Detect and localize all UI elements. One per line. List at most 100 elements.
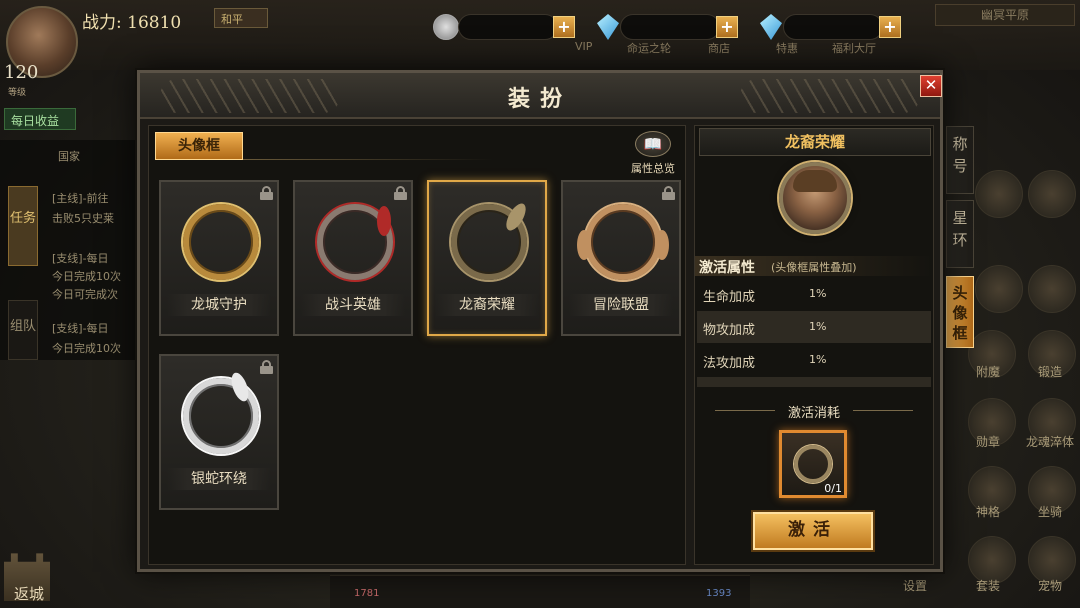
quest-line[interactable]: 今日完成10次 (52, 268, 121, 284)
menu-settings-label[interactable]: 设置 (885, 577, 945, 594)
frame-card-battle-hero[interactable]: 战斗英雄 (293, 180, 413, 336)
cost-title: 激活消耗 (787, 406, 840, 421)
frame-detail-pane: 龙裔荣耀 激活属性 (头像框属性叠加) 生命加成 1% 物攻加成 1% 法攻加成… (694, 125, 934, 565)
menu-medal-label[interactable]: 勋章 (958, 433, 1018, 450)
avatar-preview (779, 162, 851, 234)
menu-skill-icon[interactable] (975, 170, 1023, 218)
attribute-section-header: 激活属性 (头像框属性叠加) (695, 256, 933, 276)
tab-team[interactable]: 组队 (8, 300, 38, 360)
frame-card-adventure-league[interactable]: 冒险联盟 (561, 180, 681, 336)
stat-name: 物攻加成 (703, 323, 756, 338)
book-icon[interactable]: 📖 (635, 131, 671, 157)
lock-icon (394, 186, 407, 200)
game-screen: 120 等级 战力: 16810 和平 每日收益 + + + VIP 命运之轮 … (0, 0, 1080, 608)
tab-avatar-frame-category[interactable]: 头像框 (155, 132, 243, 160)
tab-quest[interactable]: 任务 (8, 186, 38, 266)
player-level: 120 (4, 62, 39, 83)
nation-label[interactable]: 国家 (58, 148, 80, 164)
menu-dragon-soul-label[interactable]: 龙魂淬体 (1020, 433, 1080, 450)
cost-quantity: 0/1 (824, 482, 842, 495)
menu-skill-icon[interactable] (1028, 265, 1076, 313)
menu-mount-label[interactable]: 坐骑 (1020, 503, 1080, 520)
close-button[interactable]: ✕ (920, 75, 942, 97)
wing-ornament (577, 230, 591, 260)
silver-counter (458, 14, 558, 40)
quest-panel: 国家 [主线]-前往 击败5只史莱 [支线]-每日 今日完成10次 今日可完成次… (0, 140, 138, 360)
welfare-hall-label[interactable]: 福利大厅 (832, 40, 876, 56)
stat-name: 生命加成 (703, 290, 756, 305)
outfit-dialog: 装扮 ✕ 头像框 📖 属性总览 龙城守护 战斗英雄 龙裔荣耀 冒险联盟 银蛇环绕… (137, 70, 943, 572)
frame-card-dragon-city[interactable]: 龙城守护 (159, 180, 279, 336)
menu-forge-label[interactable]: 锻造 (1020, 363, 1080, 380)
bottom-bar: 1781 1393 (330, 575, 750, 608)
map-name: 幽冥平原 (935, 4, 1075, 26)
portrait-hair (793, 170, 837, 192)
quest-line[interactable]: [主线]-前往 (52, 190, 109, 206)
tab-avatar-frame[interactable]: 头像框 (946, 276, 974, 348)
lock-icon (260, 186, 273, 200)
attribute-section-title: 激活属性 (699, 260, 755, 276)
menu-skill-icon[interactable] (1028, 170, 1076, 218)
menu-divinity-label[interactable]: 神格 (958, 503, 1018, 520)
menu-pet-label[interactable]: 宠物 (1020, 577, 1080, 594)
dialog-header: 装扮 (140, 73, 940, 119)
divider (243, 159, 493, 160)
add-diamond-button[interactable]: + (716, 16, 738, 38)
menu-enchant-label[interactable]: 附魔 (958, 363, 1018, 380)
tab-star-ring[interactable]: 星环 (946, 200, 974, 268)
bound-diamond-counter (783, 14, 883, 40)
frame-name: 银蛇环绕 (167, 468, 271, 490)
combat-power: 战力: 16810 (82, 13, 182, 33)
stat-value: 1% (809, 353, 827, 366)
mp-value: 1393 (706, 588, 732, 599)
attribute-section-note: (头像框属性叠加) (771, 261, 857, 274)
frame-material-icon (794, 445, 832, 483)
hp-value: 1781 (354, 588, 380, 599)
quest-line[interactable]: [支线]-每日 (52, 320, 109, 336)
pk-mode-select[interactable]: 和平 (214, 8, 268, 28)
selected-frame-title: 龙裔荣耀 (699, 128, 931, 156)
frame-preview (585, 204, 661, 280)
frame-name: 龙城守护 (167, 294, 271, 316)
lock-icon (260, 360, 273, 374)
menu-skill-icon[interactable] (975, 265, 1023, 313)
ribbon-ornament (377, 206, 391, 236)
scroll-fade (697, 377, 931, 387)
stat-row: 物攻加成 1% (697, 311, 931, 343)
menu-outfit-label[interactable]: 套装 (958, 577, 1018, 594)
quest-line[interactable]: [支线]-每日 (52, 250, 109, 266)
frame-name: 战斗英雄 (301, 294, 405, 316)
attribute-overview-label[interactable]: 属性总览 (623, 160, 683, 176)
frame-list-pane: 头像框 📖 属性总览 龙城守护 战斗英雄 龙裔荣耀 冒险联盟 银蛇环绕 (148, 125, 686, 565)
silver-coin-icon (433, 14, 459, 40)
frame-preview (183, 204, 259, 280)
cost-item-slot[interactable]: 0/1 (779, 430, 847, 498)
quest-line[interactable]: 今日可完成次 (52, 286, 118, 302)
add-bound-diamond-button[interactable]: + (879, 16, 901, 38)
stat-row: 生命加成 1% (697, 278, 931, 310)
special-offer-label[interactable]: 特惠 (776, 40, 798, 56)
return-city-label[interactable]: 返城 (14, 583, 44, 604)
frame-card-silver-serpent[interactable]: 银蛇环绕 (159, 354, 279, 510)
frame-name: 冒险联盟 (569, 294, 673, 316)
wing-ornament (655, 230, 669, 260)
quest-line[interactable]: 击败5只史莱 (52, 210, 114, 226)
vip-label[interactable]: VIP (575, 40, 592, 53)
divider (853, 410, 913, 411)
activate-button[interactable]: 激活 (753, 512, 873, 550)
add-silver-button[interactable]: + (553, 16, 575, 38)
stat-row: 法攻加成 1% (697, 344, 931, 376)
diamond-counter (620, 14, 720, 40)
dialog-title: 装扮 (507, 86, 572, 112)
stat-value: 1% (809, 287, 827, 300)
tab-title[interactable]: 称号 (946, 126, 974, 194)
stat-name: 法攻加成 (703, 356, 756, 371)
frame-name: 龙裔荣耀 (435, 294, 539, 316)
fortune-wheel-label[interactable]: 命运之轮 (627, 40, 671, 56)
daily-income-button[interactable]: 每日收益 (4, 108, 76, 130)
frame-card-dragon-glory[interactable]: 龙裔荣耀 (427, 180, 547, 336)
level-label: 等级 (8, 88, 27, 98)
quest-line[interactable]: 今日完成10次 (52, 340, 121, 356)
lock-icon (662, 186, 675, 200)
shop-label[interactable]: 商店 (708, 40, 730, 56)
